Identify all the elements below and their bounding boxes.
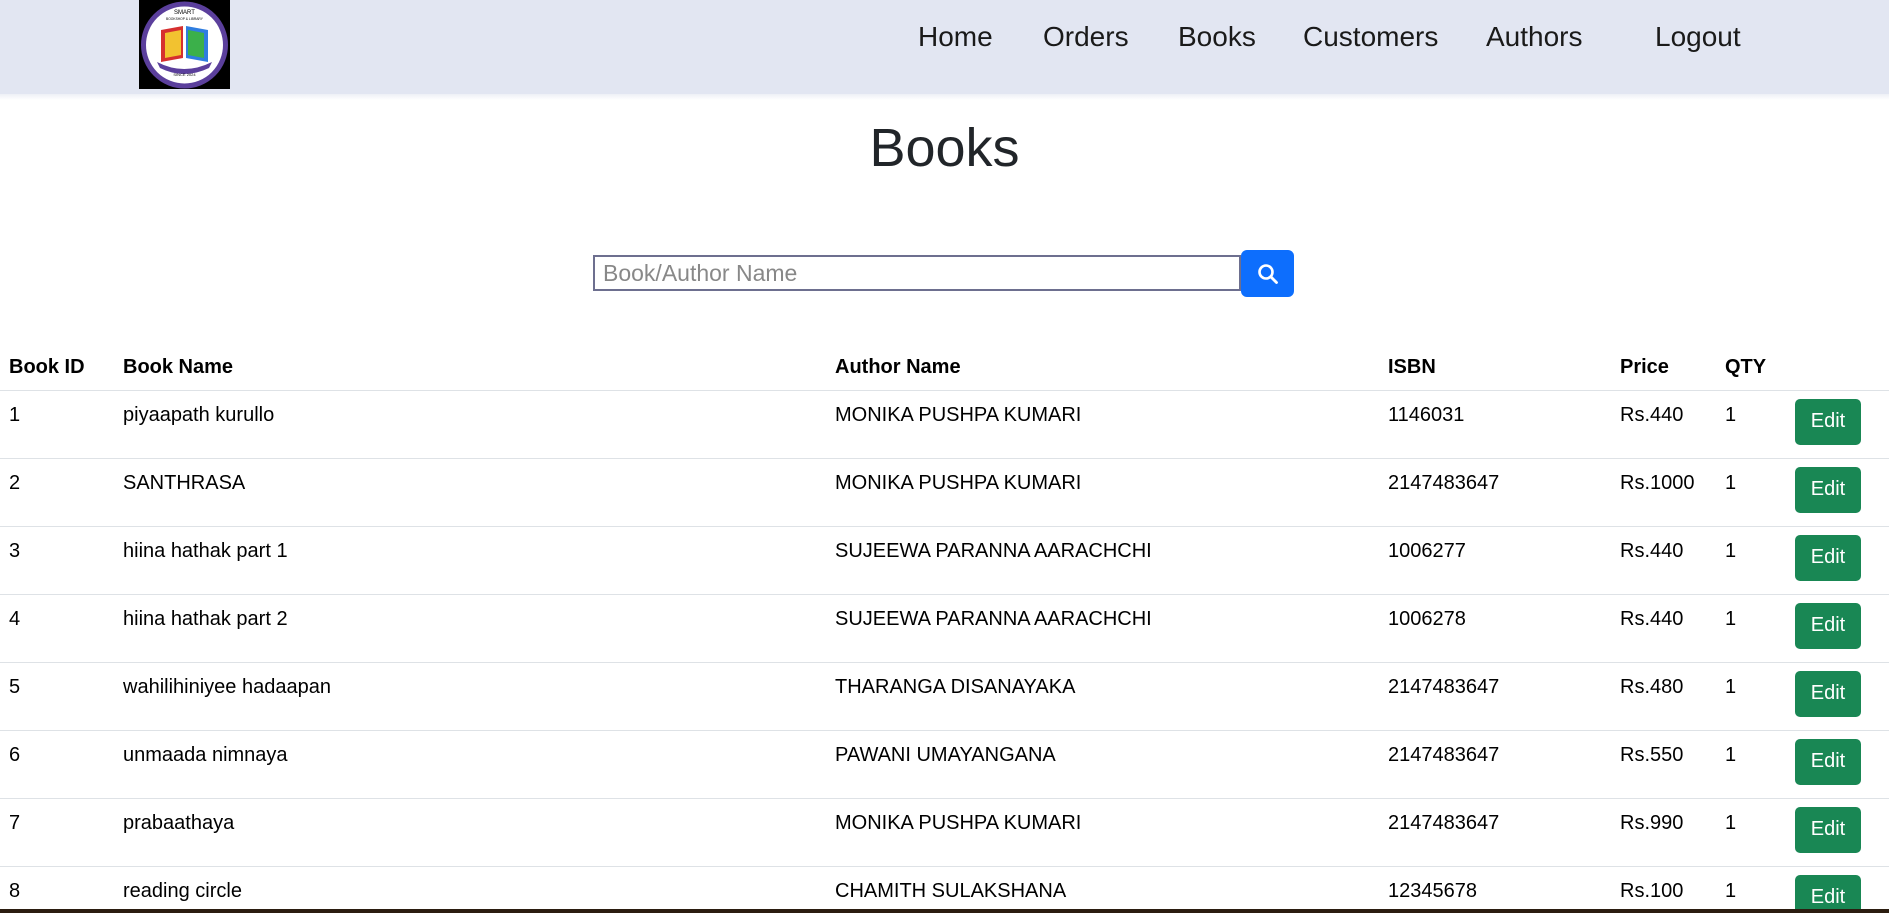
- cell-price: Rs.440: [1611, 390, 1716, 459]
- cell-book-id: 1: [0, 390, 114, 459]
- cell-isbn: 2147483647: [1379, 798, 1611, 867]
- cell-book-name: unmaada nimnaya: [114, 730, 826, 799]
- svg-text:SMART: SMART: [174, 10, 195, 16]
- table-row: 7 prabaathaya MONIKA PUSHPA KUMARI 21474836…: [0, 798, 1889, 867]
- nav-link-books[interactable]: Books: [1178, 20, 1256, 54]
- cell-price: Rs.990: [1611, 798, 1716, 867]
- cell-book-id: 2: [0, 458, 114, 527]
- col-header-qty: QTY: [1716, 345, 1795, 391]
- cell-book-name: wahilihiniyee hadaapan: [114, 662, 826, 731]
- cell-book-name: hiina hathak part 1: [114, 526, 826, 595]
- cell-actions: Edit: [1795, 594, 1889, 663]
- cell-isbn: 2147483647: [1379, 458, 1611, 527]
- cell-book-id: 8: [0, 866, 114, 913]
- cell-book-name: piyaapath kurullo: [114, 390, 826, 459]
- nav-link-authors[interactable]: Authors: [1486, 20, 1583, 54]
- edit-button[interactable]: Edit: [1795, 806, 1861, 853]
- cell-author-name: MONIKA PUSHPA KUMARI: [826, 798, 1379, 867]
- navbar-shadow: [0, 94, 1889, 100]
- edit-button[interactable]: Edit: [1795, 602, 1861, 649]
- svg-text:SINCE 2024: SINCE 2024: [173, 72, 196, 77]
- cell-isbn: 1146031: [1379, 390, 1611, 459]
- col-header-actions: [1795, 345, 1889, 391]
- nav-link-logout[interactable]: Logout: [1655, 20, 1741, 54]
- cell-book-id: 3: [0, 526, 114, 595]
- edit-button[interactable]: Edit: [1795, 874, 1861, 913]
- nav-link-home[interactable]: Home: [918, 20, 993, 54]
- page-title: Books: [869, 118, 1020, 178]
- cell-qty: 1: [1716, 594, 1795, 663]
- cell-author-name: SUJEEWA PARANNA AARACHCHI: [826, 594, 1379, 663]
- cell-book-name: prabaathaya: [114, 798, 826, 867]
- cell-qty: 1: [1716, 730, 1795, 799]
- cell-actions: Edit: [1795, 866, 1889, 913]
- table-row: 4 hiina hathak part 2 SUJEEWA PARANNA AARA…: [0, 594, 1889, 663]
- edit-button[interactable]: Edit: [1795, 534, 1861, 581]
- cell-price: Rs.440: [1611, 526, 1716, 595]
- cell-actions: Edit: [1795, 458, 1889, 527]
- search-button[interactable]: [1241, 250, 1294, 297]
- bottom-edge: [0, 909, 1889, 913]
- cell-book-id: 5: [0, 662, 114, 731]
- cell-isbn: 1006278: [1379, 594, 1611, 663]
- nav-link-orders[interactable]: Orders: [1043, 20, 1129, 54]
- cell-qty: 1: [1716, 458, 1795, 527]
- cell-isbn: 12345678: [1379, 866, 1611, 913]
- cell-author-name: THARANGA DISANAYAKA: [826, 662, 1379, 731]
- cell-author-name: MONIKA PUSHPA KUMARI: [826, 390, 1379, 459]
- col-header-author-name: Author Name: [826, 345, 1379, 391]
- cell-book-name: hiina hathak part 2: [114, 594, 826, 663]
- cell-isbn: 2147483647: [1379, 662, 1611, 731]
- cell-book-name: SANTHRASA: [114, 458, 826, 527]
- cell-actions: Edit: [1795, 730, 1889, 799]
- book-logo-icon: SMART BOOKSHOP & LIBRARY SINCE 2024: [139, 0, 230, 89]
- cell-actions: Edit: [1795, 526, 1889, 595]
- cell-author-name: MONIKA PUSHPA KUMARI: [826, 458, 1379, 527]
- cell-author-name: CHAMITH SULAKSHANA: [826, 866, 1379, 913]
- table-row: 2 SANTHRASA MONIKA PUSHPA KUMARI 2147483647…: [0, 458, 1889, 527]
- cell-price: Rs.1000: [1611, 458, 1716, 527]
- col-header-isbn: ISBN: [1379, 345, 1611, 391]
- cell-book-id: 7: [0, 798, 114, 867]
- cell-price: Rs.440: [1611, 594, 1716, 663]
- table-row: 6 unmaada nimnaya PAWANI UMAYANGANA 2147483…: [0, 730, 1889, 799]
- cell-author-name: PAWANI UMAYANGANA: [826, 730, 1379, 799]
- table-row: 1 piyaapath kurullo MONIKA PUSHPA KUMARI 11…: [0, 390, 1889, 459]
- cell-qty: 1: [1716, 662, 1795, 731]
- edit-button[interactable]: Edit: [1795, 738, 1861, 785]
- cell-book-id: 6: [0, 730, 114, 799]
- edit-button[interactable]: Edit: [1795, 466, 1861, 513]
- cell-actions: Edit: [1795, 390, 1889, 459]
- cell-isbn: 1006277: [1379, 526, 1611, 595]
- cell-qty: 1: [1716, 526, 1795, 595]
- books-table: Book ID Book Name Author Name ISBN Price…: [0, 345, 1889, 913]
- col-header-book-id: Book ID: [0, 345, 114, 391]
- table-row: 5 wahilihiniyee hadaapan THARANGA DISANAYA…: [0, 662, 1889, 731]
- top-navbar: SMART BOOKSHOP & LIBRARY SINCE 2024 Home…: [0, 0, 1889, 94]
- table-row: 8 reading circle CHAMITH SULAKSHANA 1234567…: [0, 866, 1889, 913]
- cell-isbn: 2147483647: [1379, 730, 1611, 799]
- cell-qty: 1: [1716, 798, 1795, 867]
- brand-logo[interactable]: SMART BOOKSHOP & LIBRARY SINCE 2024: [139, 0, 230, 89]
- cell-price: Rs.480: [1611, 662, 1716, 731]
- cell-qty: 1: [1716, 866, 1795, 913]
- cell-actions: Edit: [1795, 798, 1889, 867]
- nav-link-customers[interactable]: Customers: [1303, 20, 1438, 54]
- search-icon: [1257, 263, 1278, 284]
- cell-author-name: SUJEEWA PARANNA AARACHCHI: [826, 526, 1379, 595]
- cell-price: Rs.550: [1611, 730, 1716, 799]
- svg-text:BOOKSHOP & LIBRARY: BOOKSHOP & LIBRARY: [166, 17, 204, 21]
- cell-book-name: reading circle: [114, 866, 826, 913]
- col-header-book-name: Book Name: [114, 345, 826, 391]
- table-row: 3 hiina hathak part 1 SUJEEWA PARANNA AARA…: [0, 526, 1889, 595]
- cell-book-id: 4: [0, 594, 114, 663]
- search-input[interactable]: [593, 255, 1241, 291]
- table-header-row: Book ID Book Name Author Name ISBN Price…: [0, 345, 1889, 391]
- edit-button[interactable]: Edit: [1795, 670, 1861, 717]
- cell-actions: Edit: [1795, 662, 1889, 731]
- cell-price: Rs.100: [1611, 866, 1716, 913]
- col-header-price: Price: [1611, 345, 1716, 391]
- edit-button[interactable]: Edit: [1795, 398, 1861, 445]
- cell-qty: 1: [1716, 390, 1795, 459]
